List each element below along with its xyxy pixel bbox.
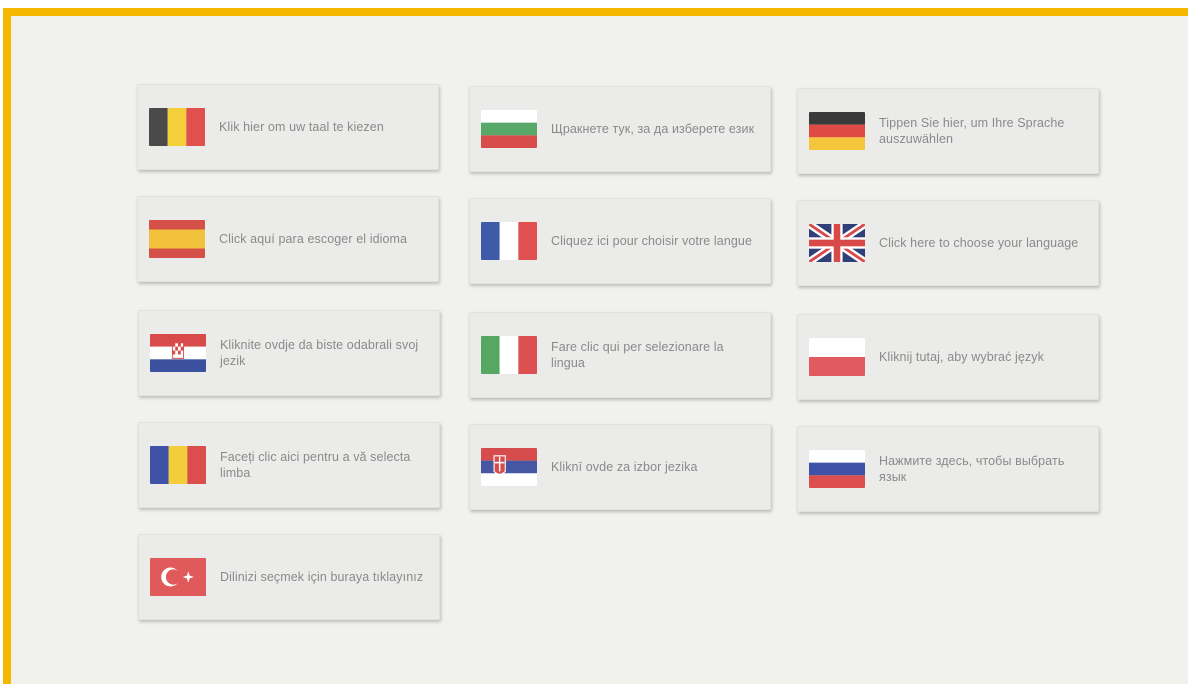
language-button-english[interactable]: Click here to choose your language bbox=[797, 200, 1099, 286]
bulgaria-flag-icon bbox=[481, 110, 537, 148]
language-label: Click here to choose your language bbox=[879, 236, 1079, 250]
language-label: Kliknite ovdje da biste odabrali svoj je… bbox=[220, 338, 419, 368]
language-label: Tippen Sie hier, um Ihre Sprache auszuwä… bbox=[879, 116, 1065, 146]
france-flag-icon bbox=[481, 222, 537, 260]
language-label: Kliknij tutaj, aby wybrać język bbox=[879, 350, 1044, 364]
language-label: Нажмите здесь, чтобы выбрать язык bbox=[879, 454, 1065, 484]
language-label: Click aquí para escoger el idioma bbox=[219, 232, 408, 246]
language-button-bulgarian[interactable]: Щракнете тук, за да изберете език bbox=[469, 86, 771, 172]
romania-flag-icon bbox=[150, 446, 206, 484]
spain-flag-icon bbox=[149, 220, 205, 258]
language-label: Fare clic qui per selezionare la lingua bbox=[551, 340, 724, 370]
uk-flag-icon bbox=[809, 224, 865, 262]
germany-flag-icon bbox=[809, 112, 865, 150]
russia-flag-icon bbox=[809, 450, 865, 488]
language-button-french[interactable]: Cliquez ici pour choisir votre langue bbox=[469, 198, 771, 284]
italy-flag-icon bbox=[481, 336, 537, 374]
language-button-german[interactable]: Tippen Sie hier, um Ihre Sprache auszuwä… bbox=[797, 88, 1099, 174]
turkey-flag-icon bbox=[150, 558, 206, 596]
language-button-turkish[interactable]: Dilinizi seçmek için buraya tıklayınız bbox=[138, 534, 440, 620]
croatia-flag-icon bbox=[150, 334, 206, 372]
language-label: Dilinizi seçmek için buraya tıklayınız bbox=[220, 570, 424, 584]
language-button-dutch[interactable]: Klik hier om uw taal te kiezen bbox=[137, 84, 439, 170]
language-button-italian[interactable]: Fare clic qui per selezionare la lingua bbox=[469, 312, 771, 398]
language-button-polish[interactable]: Kliknij tutaj, aby wybrać język bbox=[797, 314, 1099, 400]
poland-flag-icon bbox=[809, 338, 865, 376]
language-label: Klik hier om uw taal te kiezen bbox=[219, 120, 384, 134]
language-button-spanish[interactable]: Click aquí para escoger el idioma bbox=[137, 196, 439, 282]
serbia-flag-icon bbox=[481, 448, 537, 486]
language-label: Cliquez ici pour choisir votre langue bbox=[551, 234, 753, 248]
language-button-russian[interactable]: Нажмите здесь, чтобы выбрать язык bbox=[797, 426, 1099, 512]
language-button-serbian[interactable]: Kliknī ovde za izbor jezika bbox=[469, 424, 771, 510]
language-label: Faceți clic aici pentru a vă selecta lim… bbox=[220, 450, 411, 480]
language-label: Kliknī ovde za izbor jezika bbox=[551, 460, 698, 474]
language-button-romanian[interactable]: Faceți clic aici pentru a vă selecta lim… bbox=[138, 422, 440, 508]
belgium-flag-icon bbox=[149, 108, 205, 146]
language-button-croatian[interactable]: Kliknite ovdje da biste odabrali svoj je… bbox=[138, 310, 440, 396]
language-label: Щракнете тук, за да изберете език bbox=[551, 122, 755, 136]
